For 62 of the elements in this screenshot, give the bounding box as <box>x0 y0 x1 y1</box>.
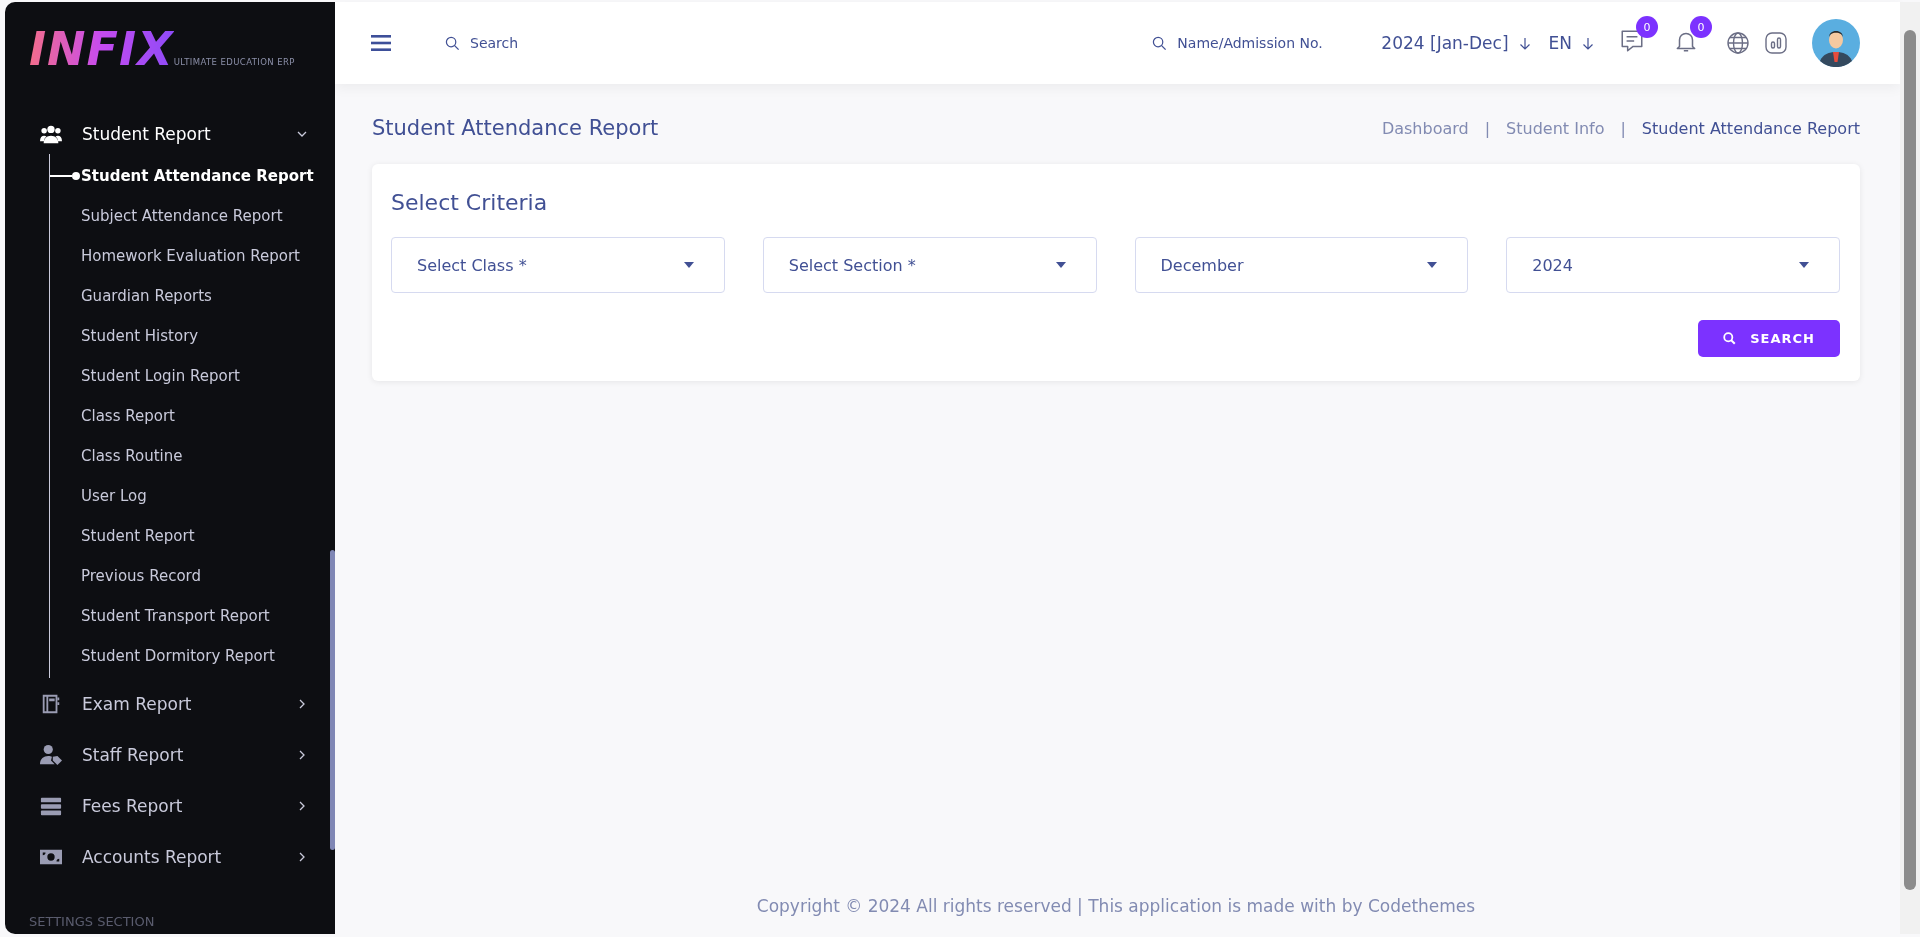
arrow-down-icon <box>1582 36 1594 50</box>
breadcrumb-separator: | <box>1484 118 1491 138</box>
globe-icon[interactable] <box>1726 31 1750 55</box>
chevron-right-icon <box>297 750 307 760</box>
bell-button[interactable]: 0 <box>1672 16 1712 56</box>
chevron-down-icon <box>297 129 307 139</box>
menu-icon <box>371 35 391 51</box>
caret-icon <box>1799 262 1809 268</box>
arrow-down-icon <box>1518 36 1531 50</box>
search-icon <box>1152 35 1168 51</box>
submenu-link[interactable]: Student Login Report <box>50 356 318 396</box>
search-icon <box>1723 332 1737 345</box>
submenu-link[interactable]: Guardian Reports <box>50 276 318 316</box>
card-title: Select Criteria <box>391 190 549 215</box>
footer-text: Copyright © 2024 All rights reserved | This application is made with by Codethemes <box>755 896 1477 918</box>
chevron-right-icon <box>297 699 307 709</box>
page-title: Student Attendance Report <box>372 116 659 140</box>
user-tag-icon <box>40 744 62 766</box>
submenu-link[interactable]: Class Report <box>50 396 318 436</box>
chevron-right-icon <box>297 801 307 811</box>
submenu-link[interactable]: Subject Attendance Report <box>50 196 318 236</box>
caret-icon <box>1427 262 1438 268</box>
breadcrumb-separator: | <box>1620 118 1626 138</box>
submenu-link[interactable]: Student History <box>50 316 318 356</box>
sidebar-menu-item[interactable]: Student Report <box>5 114 325 154</box>
bar-chart-icon[interactable] <box>1764 31 1788 55</box>
count-badge: 0 <box>1690 16 1712 38</box>
submenu-link[interactable]: Homework Evaluation Report <box>50 236 318 276</box>
chat-icon <box>1619 28 1645 54</box>
sidebar-menu-item[interactable]: Accounts Report <box>5 837 325 877</box>
submenu-link[interactable]: Student Attendance Report <box>50 156 318 196</box>
chevron-right-icon <box>297 852 307 862</box>
submenu-link[interactable]: Class Routine <box>50 436 318 476</box>
session-dropdown[interactable]: 2024 [Jan-Dec] <box>1381 33 1531 53</box>
submenu-link[interactable]: Student Dormitory Report <box>50 636 318 676</box>
caret-icon <box>1055 262 1066 268</box>
notebook-icon <box>40 693 62 715</box>
logo-tagline: ULTIMATE EDUCATION ERP <box>173 57 295 67</box>
search-icon <box>445 35 460 51</box>
student-search-field[interactable]: Name/Admission No. <box>1175 34 1346 52</box>
sidebar-menu-item[interactable]: Fees Report <box>5 786 325 826</box>
sidebar-menu-item[interactable]: Exam Report <box>5 684 325 724</box>
caret-icon <box>683 262 694 268</box>
search-button[interactable]: SEARCH <box>1698 320 1840 357</box>
submenu-link[interactable]: Student Report <box>50 516 318 556</box>
submenu-link[interactable]: Previous Record <box>50 556 318 596</box>
submenu-link[interactable]: Student Transport Report <box>50 596 318 636</box>
language-dropdown[interactable]: EN <box>1548 33 1594 53</box>
submenu-link[interactable]: User Log <box>50 476 318 516</box>
dropdown[interactable]: 2024 <box>1506 237 1840 293</box>
search-field[interactable]: Search <box>468 34 558 52</box>
dropdown[interactable]: Select Class * <box>391 237 725 293</box>
sidebar-menu-item[interactable]: Staff Report <box>5 735 325 775</box>
avatar-icon[interactable] <box>1812 19 1860 67</box>
count-badge: 0 <box>1636 16 1658 38</box>
dropdown[interactable]: December <box>1134 237 1469 293</box>
server-icon <box>40 795 62 817</box>
dropdown[interactable]: Select Section * <box>762 237 1097 293</box>
breadcrumb-current: Student Attendance Report <box>1641 118 1860 138</box>
chat-button[interactable]: 0 <box>1618 16 1658 56</box>
people-icon <box>40 123 62 145</box>
section-heading: SETTINGS SECTION <box>29 914 155 930</box>
